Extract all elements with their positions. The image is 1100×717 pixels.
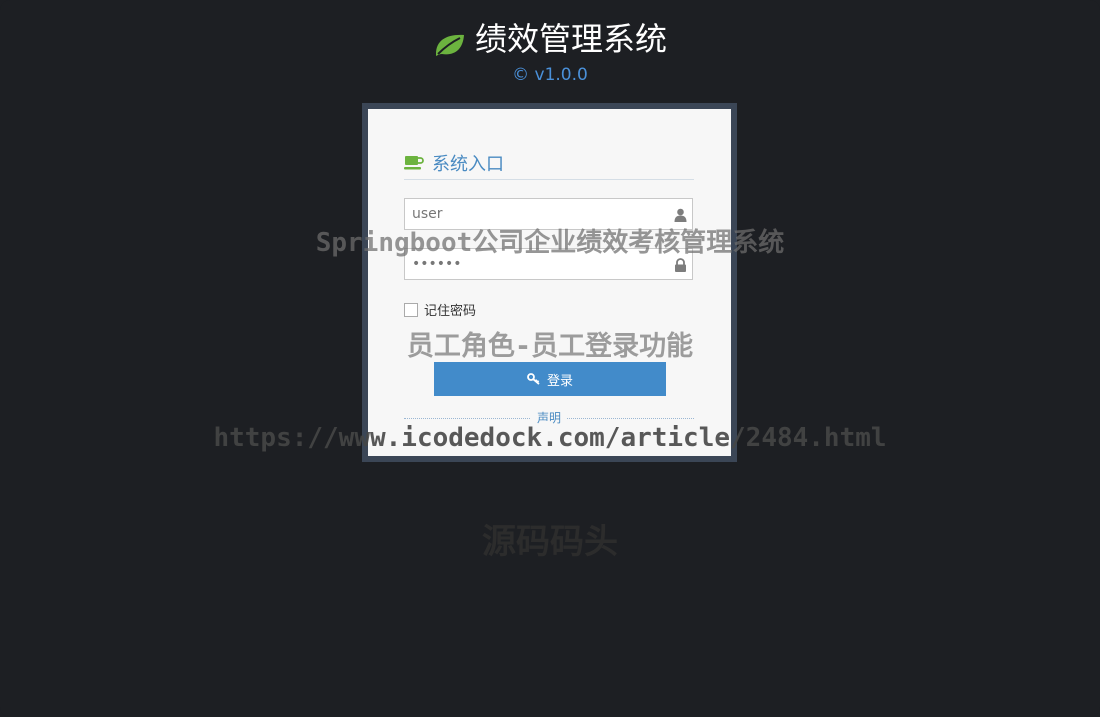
login-panel: 系统入口 user •••••• 记住密码 登录 声明: [362, 103, 737, 462]
remember-label: 记住密码: [424, 304, 477, 319]
login-title-text: 系统入口: [432, 154, 504, 175]
watermark-title: Springboot公司企业绩效考核管理系统: [315, 228, 785, 258]
watermark-brand: 源码码头: [482, 522, 618, 562]
login-card: 系统入口 user •••••• 记住密码 登录 声明: [368, 109, 731, 456]
remember-password[interactable]: 记住密码: [404, 300, 476, 319]
watermark-subtitle: 员工角色-员工登录功能: [406, 331, 694, 362]
coffee-icon: [404, 155, 424, 171]
lock-icon: [674, 257, 687, 272]
login-screen: 绩效管理系统 © v1.0.0 系统入口 user •••••• 记住密码 登录…: [0, 0, 1100, 717]
login-button[interactable]: 登录: [434, 362, 666, 396]
key-icon: [527, 373, 541, 385]
watermark-url: https://www.icodedock.com/article/2484.h…: [213, 423, 887, 453]
remember-checkbox[interactable]: [404, 302, 418, 317]
login-button-label: 登录: [546, 373, 573, 389]
user-icon: [674, 207, 687, 222]
login-title: 系统入口: [404, 147, 694, 180]
version-label: © v1.0.0: [512, 65, 588, 85]
brand: 绩效管理系统: [433, 18, 667, 60]
header: 绩效管理系统 © v1.0.0: [0, 18, 1100, 86]
app-title: 绩效管理系统: [474, 20, 667, 58]
leaf-icon: [433, 26, 467, 56]
